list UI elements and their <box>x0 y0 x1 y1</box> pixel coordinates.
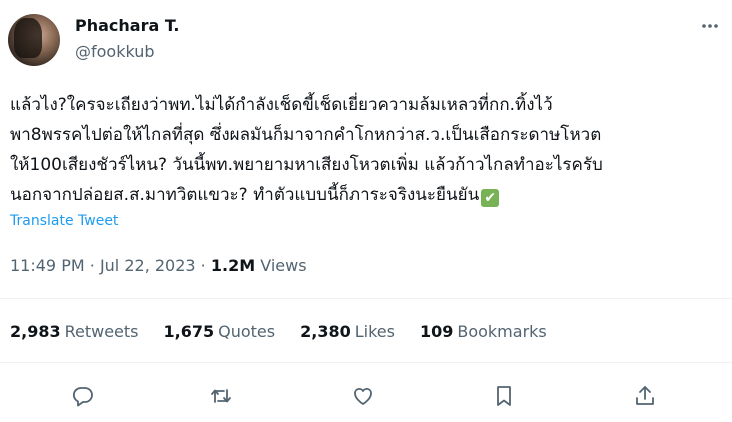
more-options-button[interactable] <box>698 14 722 38</box>
translate-tweet-link[interactable]: Translate Tweet <box>10 213 118 229</box>
share-icon <box>633 384 657 408</box>
reply-icon <box>71 384 95 408</box>
retweets-count: 2,983 <box>10 322 61 341</box>
author-handle[interactable]: @fookkub <box>75 42 155 61</box>
bookmark-icon <box>492 384 516 408</box>
views-label: Views <box>260 256 307 275</box>
tweet-time[interactable]: 11:49 PM <box>10 256 85 275</box>
like-button[interactable] <box>349 382 377 410</box>
meta-separator: · <box>200 256 206 275</box>
retweet-icon <box>209 384 233 408</box>
avatar[interactable] <box>8 14 60 66</box>
tweet-meta: 11:49 PM · Jul 22, 2023 · 1.2M Views <box>10 256 307 275</box>
retweets-label: Retweets <box>64 322 139 341</box>
retweet-button[interactable] <box>207 382 235 410</box>
likes-stat[interactable]: 2,380 Likes <box>300 322 395 341</box>
reply-button[interactable] <box>69 382 97 410</box>
retweets-stat[interactable]: 2,983 Retweets <box>10 322 139 341</box>
check-mark-emoji: ✔ <box>481 189 500 207</box>
tweet-text: แล้วไง?ใครจะเถียงว่าพท.ไม่ได้กำลังเช็ดขี… <box>10 90 650 210</box>
tweet-stats: 2,983 Retweets 1,675 Quotes 2,380 Likes 109… <box>10 322 572 341</box>
views-count: 1.2M <box>210 256 256 275</box>
likes-label: Likes <box>354 322 395 341</box>
likes-count: 2,380 <box>300 322 351 341</box>
heart-icon <box>351 384 375 408</box>
quotes-count: 1,675 <box>163 322 215 341</box>
share-button[interactable] <box>631 382 659 410</box>
author-display-name[interactable]: Phachara T. <box>75 16 179 35</box>
tweet-body: แล้วไง?ใครจะเถียงว่าพท.ไม่ได้กำลังเช็ดขี… <box>10 95 603 205</box>
bookmarks-label: Bookmarks <box>457 322 547 341</box>
meta-separator: · <box>89 256 95 275</box>
bookmark-button[interactable] <box>490 382 518 410</box>
quotes-label: Quotes <box>218 322 276 341</box>
bookmarks-count: 109 <box>419 322 454 341</box>
bookmarks-stat[interactable]: 109 Bookmarks <box>420 322 547 341</box>
more-icon <box>700 16 720 36</box>
tweet-actions-bar <box>0 378 732 412</box>
divider <box>0 298 732 299</box>
quotes-stat[interactable]: 1,675 Quotes <box>164 322 276 341</box>
divider <box>0 362 732 363</box>
tweet-date[interactable]: Jul 22, 2023 <box>100 256 196 275</box>
